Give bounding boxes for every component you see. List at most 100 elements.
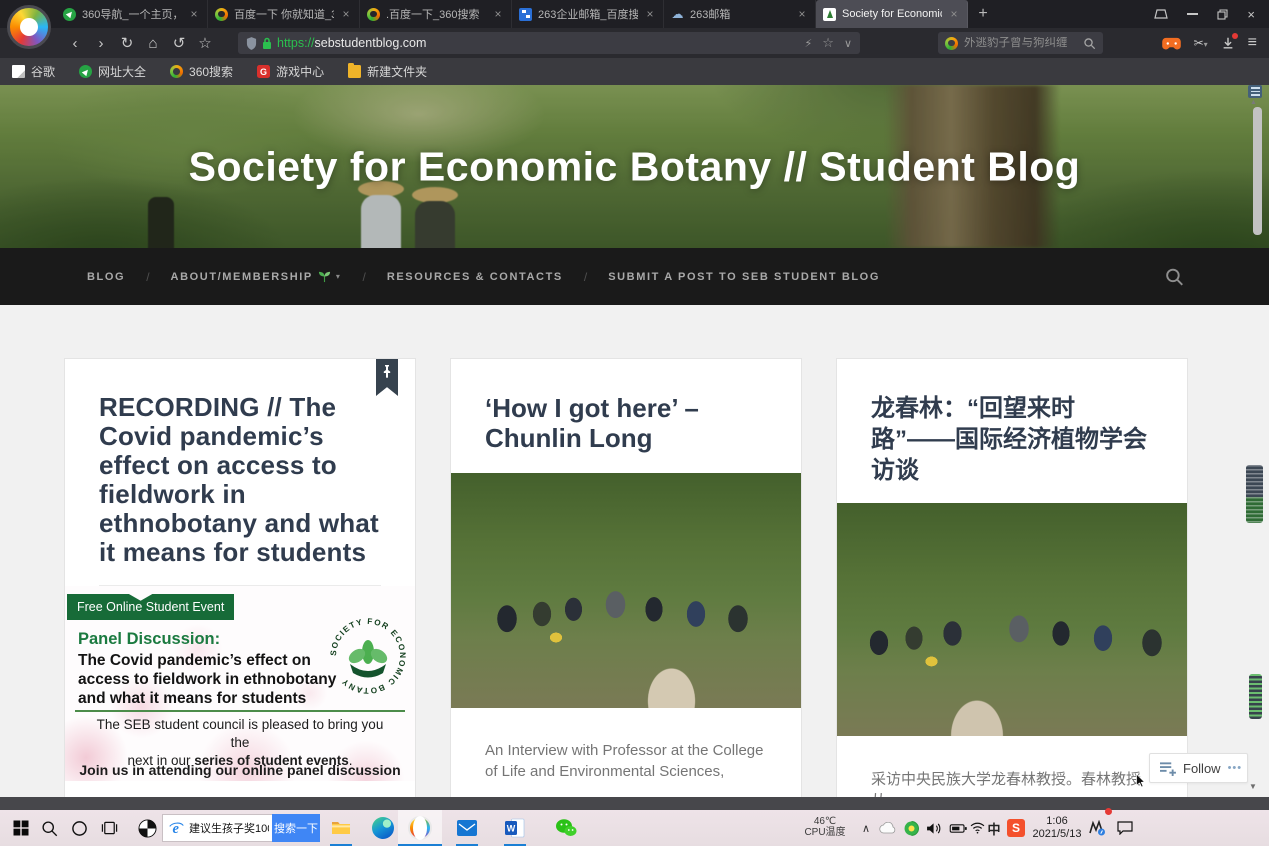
menu-icon[interactable]: ≡ xyxy=(1248,34,1257,52)
follow-more-icon[interactable]: ••• xyxy=(1228,762,1243,774)
scissors-dropdown[interactable]: ▾ xyxy=(1204,40,1208,49)
new-tab-button[interactable]: + xyxy=(968,0,998,28)
taskbar-search-icon[interactable] xyxy=(36,810,62,846)
scroll-up-icon[interactable]: ▲ xyxy=(1250,99,1257,106)
tray-cloud-icon[interactable] xyxy=(876,810,900,846)
post-photo[interactable] xyxy=(451,473,801,708)
tab-close-icon[interactable]: × xyxy=(188,7,200,21)
sogou-icon[interactable]: S xyxy=(1004,810,1028,846)
scroll-down-icon[interactable]: ▼ xyxy=(1249,782,1257,791)
search-icon[interactable] xyxy=(1083,37,1096,50)
post-photo[interactable] xyxy=(837,503,1187,736)
search-engine-icon[interactable] xyxy=(945,37,958,50)
nav-item-about-membership[interactable]: ABOUT/MEMBERSHIP ▾ xyxy=(171,270,342,283)
nav-item-submit-post[interactable]: SUBMIT A POST TO SEB STUDENT BLOG xyxy=(608,271,880,283)
nav-item-resources-contacts[interactable]: RESOURCES & CONTACTS xyxy=(387,271,563,283)
page-viewport: Society for Economic Botany // Student B… xyxy=(0,85,1269,797)
post-card-recording: RECORDING // The Covid pandemic’s effect… xyxy=(64,358,416,797)
tab-360-nav[interactable]: 360导航_一个主页，整个世 × xyxy=(56,0,208,28)
side-widget-speed[interactable] xyxy=(1249,674,1262,719)
clock-time: 1:06 xyxy=(1046,815,1067,827)
toolbar-right-icons: ✂▾ ≡ xyxy=(1135,28,1269,58)
tab-baidu-1[interactable]: 百度一下 你就知道_360搜 × xyxy=(208,0,360,28)
tab-close-icon[interactable]: × xyxy=(796,7,808,21)
game-center-icon[interactable] xyxy=(1162,37,1181,50)
wechat-icon[interactable] xyxy=(552,810,580,846)
nav-item-blog[interactable]: BLOG xyxy=(87,271,125,283)
tab-263-mail[interactable]: ☁ 263邮箱 × xyxy=(664,0,816,28)
minimize-button[interactable] xyxy=(1187,13,1198,15)
edge-icon[interactable] xyxy=(370,810,396,846)
tab-baidu-2[interactable]: .百度一下_360搜索 × xyxy=(360,0,512,28)
cpu-temp-label: CPU温度 xyxy=(804,827,845,838)
post-title[interactable]: RECORDING // The Covid pandemic’s effect… xyxy=(99,393,381,567)
post-card-chunlin-long-en: ‘How I got here’ – Chunlin Long An Inter… xyxy=(450,358,802,797)
scrollbar-thumb[interactable] xyxy=(1253,107,1262,235)
ie-search-deskband[interactable]: e 建议生孩子奖100万 搜索一下 xyxy=(162,814,320,842)
scrollbar-top-button[interactable] xyxy=(1248,85,1262,98)
bookmark-google[interactable]: 谷歌 xyxy=(12,63,55,80)
cortana-icon[interactable] xyxy=(66,810,92,846)
site-search-icon[interactable] xyxy=(1164,266,1185,287)
download-badge xyxy=(1232,33,1238,39)
tab-label: 360导航_一个主页，整个世 xyxy=(82,6,182,22)
undo-button[interactable]: ↺ xyxy=(166,34,192,52)
tray-volume-icon[interactable] xyxy=(922,810,946,846)
pinwheel-app-icon[interactable] xyxy=(134,810,160,846)
tab-close-icon[interactable]: × xyxy=(492,7,504,21)
post-title[interactable]: 龙春林：“回望来时路”——国际经济植物学会访谈 xyxy=(871,393,1153,486)
start-button[interactable] xyxy=(8,810,34,846)
back-button[interactable]: ‹ xyxy=(62,35,88,52)
forward-button[interactable]: › xyxy=(88,35,114,52)
ie-search-button[interactable]: 搜索一下 xyxy=(272,814,320,842)
tab-close-icon[interactable]: × xyxy=(340,7,352,21)
taskbar-clock[interactable]: 1:06 2021/5/13 xyxy=(1026,810,1088,846)
boss-key-icon[interactable] xyxy=(1154,8,1168,20)
flyer-title: The Covid pandemic’s effect on access to… xyxy=(78,651,336,708)
tray-360-shield-icon[interactable] xyxy=(900,810,922,846)
word-icon[interactable]: W xyxy=(502,810,528,846)
shield-icon[interactable] xyxy=(246,37,257,50)
bookmark-360-search[interactable]: 360搜索 xyxy=(170,63,233,80)
restore-button[interactable] xyxy=(1217,9,1228,20)
cpu-temp-widget[interactable]: 46℃ CPU温度 xyxy=(796,810,854,846)
follow-button[interactable]: Follow ••• xyxy=(1149,753,1248,783)
mail-app-icon[interactable] xyxy=(454,810,480,846)
tab-seb-blog-active[interactable]: Society for Economic Bot × xyxy=(816,0,968,28)
app-market-icon[interactable] xyxy=(1135,36,1149,50)
ime-indicator[interactable]: 中 xyxy=(984,810,1004,846)
bookmark-star-button[interactable]: ☆ xyxy=(192,34,218,52)
close-button[interactable]: × xyxy=(1247,8,1255,21)
tab-close-icon[interactable]: × xyxy=(948,7,960,21)
side-widget-progress[interactable] xyxy=(1246,465,1263,523)
site-title[interactable]: Society for Economic Botany // Student B… xyxy=(0,143,1269,190)
tray-chevron-icon[interactable]: ∧ xyxy=(856,810,876,846)
browser-logo-360[interactable] xyxy=(7,5,51,49)
nav-separator: / xyxy=(146,270,149,284)
download-icon[interactable] xyxy=(1221,36,1235,50)
action-center-icon[interactable] xyxy=(1112,810,1138,846)
card-body: 龙春林：“回望来时路”——国际经济植物学会访谈 xyxy=(837,359,1187,486)
ink-input-icon[interactable] xyxy=(1084,810,1110,846)
event-flyer-image[interactable]: Free Online Student Event Panel Discussi… xyxy=(65,586,415,781)
home-button[interactable]: ⌂ xyxy=(140,35,166,52)
tab-263-search[interactable]: 263企业邮箱_百度搜索 × xyxy=(512,0,664,28)
screenshot-scissors-icon[interactable]: ✂▾ xyxy=(1194,36,1208,50)
bookmark-game-center[interactable]: G 游戏中心 xyxy=(257,63,324,80)
browser-search-box[interactable] xyxy=(938,32,1103,54)
browser-360-icon[interactable] xyxy=(407,810,433,846)
bookmark-new-folder[interactable]: 新建文件夹 xyxy=(348,63,427,80)
ie-search-text[interactable]: 建议生孩子奖100万 xyxy=(189,820,269,836)
favorite-star-icon[interactable]: ☆ xyxy=(822,35,834,51)
task-view-icon[interactable] xyxy=(96,810,122,846)
url-dropdown-icon[interactable]: ∨ xyxy=(844,37,852,50)
tab-close-icon[interactable]: × xyxy=(644,7,656,21)
file-explorer-icon[interactable] xyxy=(328,810,354,846)
post-title[interactable]: ‘How I got here’ – Chunlin Long xyxy=(485,393,767,453)
herb-icon xyxy=(318,270,331,283)
instant-icon[interactable]: ⚡ xyxy=(805,37,813,50)
search-input[interactable] xyxy=(964,37,1077,49)
reload-button[interactable]: ↻ xyxy=(114,34,140,52)
url-field[interactable]: https://sebstudentblog.com ⚡ ☆ ∨ xyxy=(238,32,860,54)
bookmark-site-directory[interactable]: 网址大全 xyxy=(79,63,146,80)
